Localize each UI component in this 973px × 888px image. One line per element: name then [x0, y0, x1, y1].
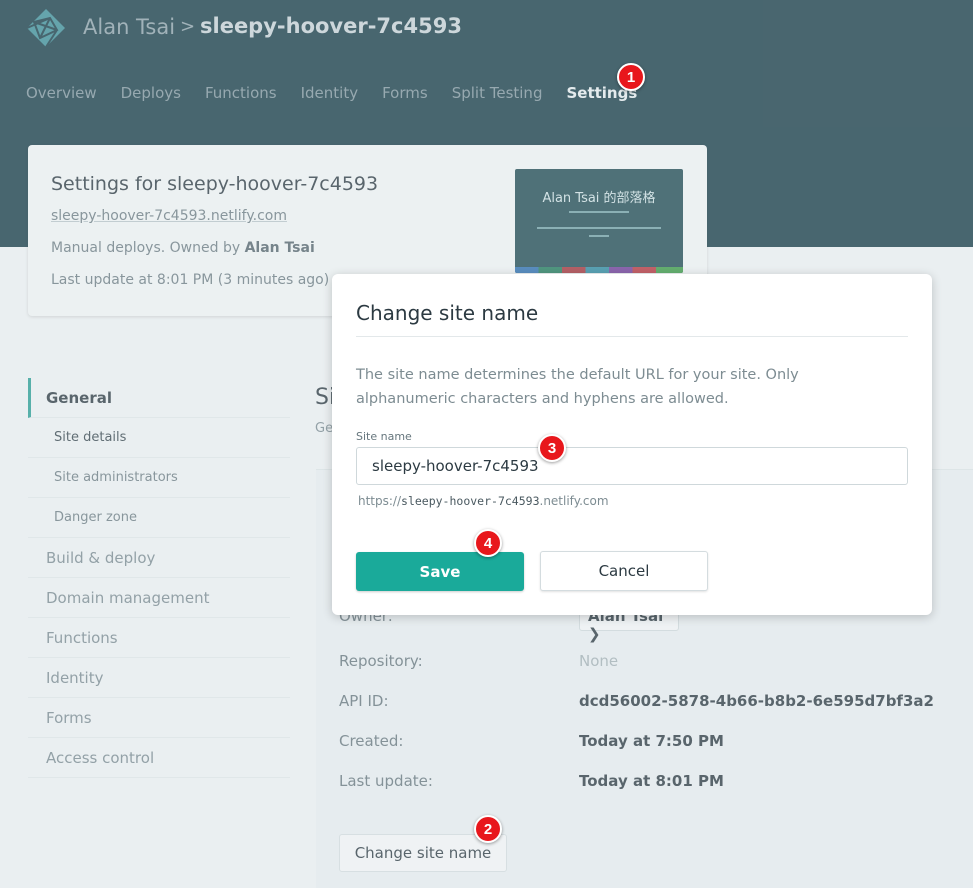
url-site: sleepy-hoover-7c4593	[401, 494, 540, 508]
url-preview: https://sleepy-hoover-7c4593.netlify.com	[358, 494, 609, 508]
url-prefix: https://	[358, 494, 402, 508]
annotation-badge-2: 2	[474, 815, 502, 843]
cancel-button[interactable]: Cancel	[540, 551, 708, 591]
save-button[interactable]: Save	[356, 552, 524, 591]
dialog-title: Change site name	[356, 301, 539, 325]
change-site-name-dialog: Change site name The site name determine…	[332, 274, 932, 615]
annotation-badge-4: 4	[474, 529, 502, 557]
dialog-description: The site name determines the default URL…	[356, 367, 799, 407]
site-name-label: Site name	[356, 430, 412, 443]
annotation-badge-1: 1	[617, 63, 645, 91]
url-suffix: .netlify.com	[539, 494, 609, 508]
site-name-input[interactable]	[356, 447, 908, 485]
dialog-divider	[356, 336, 908, 337]
annotation-badge-3: 3	[538, 434, 566, 462]
